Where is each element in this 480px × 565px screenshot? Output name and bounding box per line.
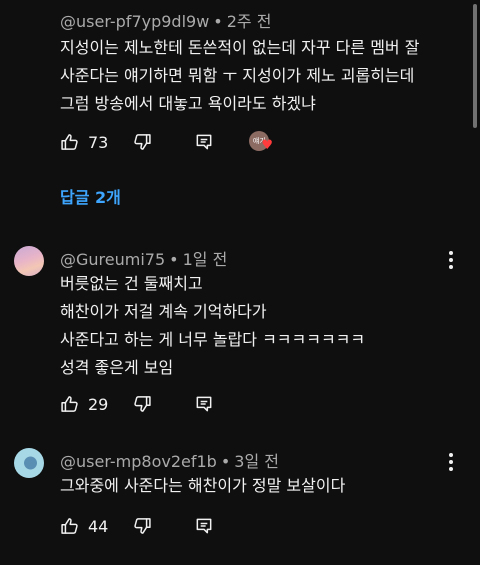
comment-reply-icon — [196, 518, 212, 534]
avatar[interactable] — [14, 448, 44, 478]
like-count: 73 — [88, 132, 109, 152]
comment-actions: 44 — [60, 514, 214, 538]
creator-heart-icon: ♥ — [261, 138, 274, 153]
comment-reply-icon — [196, 396, 212, 412]
comment-meta: @user-mp8ov2ef1b • 3일 전 — [60, 448, 279, 472]
comment-text: 버릇없는 건 둘째치고 해찬이가 저걸 계속 기억하다가 사준다고 하는 게 너… — [60, 270, 450, 382]
thumbs-down-icon — [134, 396, 152, 412]
comment-line: 그와중에 사준다는 해찬이가 정말 보살이다 — [60, 476, 346, 495]
comment-meta: @user-pf7yp9dl9w • 2주 전 — [60, 8, 271, 32]
comment-line: 사준다는 얘기하면 뭐함 ㅜ 지성이가 제노 괴롭히는데 — [60, 66, 415, 85]
reply-button[interactable] — [194, 516, 214, 536]
like-button[interactable]: 73 — [60, 132, 108, 152]
thumbs-up-icon — [61, 396, 78, 412]
comment-author[interactable]: @user-mp8ov2ef1b — [60, 452, 217, 471]
thumbs-down-icon — [134, 134, 152, 150]
separator-dot: • — [169, 250, 179, 269]
reply-button[interactable] — [194, 132, 214, 152]
avatar[interactable] — [14, 246, 44, 276]
comment-text: 지성이는 제노한테 돈쓴적이 없는데 자꾸 다른 멤버 잘 사준다는 얘기하면 … — [60, 34, 450, 118]
comment-time: 1일 전 — [182, 250, 228, 269]
comment-time: 3일 전 — [234, 452, 279, 471]
comment-reply-icon — [196, 134, 212, 150]
like-count: 44 — [88, 516, 109, 536]
more-options-button[interactable] — [444, 249, 458, 271]
like-button[interactable]: 44 — [60, 516, 108, 536]
comment-author[interactable]: @Gureumi75 — [60, 250, 165, 269]
reply-button[interactable] — [194, 394, 214, 414]
more-vertical-icon — [449, 251, 453, 255]
comment-time: 2주 전 — [226, 12, 272, 31]
more-vertical-icon — [449, 453, 453, 457]
scrollbar[interactable] — [473, 4, 477, 128]
thumbs-up-icon — [61, 518, 78, 534]
comment-line: 버릇없는 건 둘째치고 — [60, 274, 203, 293]
view-replies-link[interactable]: 답글 2개 — [60, 184, 121, 208]
comment-line: 해찬이가 저걸 계속 기억하다가 — [60, 302, 267, 321]
more-options-button[interactable] — [444, 451, 458, 473]
dislike-button[interactable] — [132, 394, 152, 414]
dislike-button[interactable] — [132, 516, 152, 536]
comment-actions: 73 얘기 ♥ — [60, 130, 274, 154]
comment-line: 그럼 방송에서 대놓고 욕이라도 하겠냐 — [60, 94, 316, 113]
comment-line: 성격 좋은게 보임 — [60, 358, 174, 377]
comment-line: 지성이는 제노한테 돈쓴적이 없는데 자꾸 다른 멤버 잘 — [60, 38, 420, 57]
separator-dot: • — [220, 452, 231, 471]
like-button[interactable]: 29 — [60, 394, 108, 414]
thumbs-up-icon — [61, 134, 78, 150]
like-count: 29 — [88, 394, 109, 414]
separator-dot: • — [213, 12, 223, 31]
comment-author[interactable]: @user-pf7yp9dl9w — [60, 12, 209, 31]
comment-text: 그와중에 사준다는 해찬이가 정말 보살이다 — [60, 472, 450, 500]
dislike-button[interactable] — [132, 132, 152, 152]
comment-actions: 29 — [60, 392, 214, 416]
comment-meta: @Gureumi75 • 1일 전 — [60, 246, 227, 270]
thumbs-down-icon — [134, 518, 152, 534]
comment-line: 사준다고 하는 게 너무 놀랍다 ㅋㅋㅋㅋㅋㅋㅋ — [60, 330, 366, 349]
creator-heart: 얘기 ♥ — [249, 131, 274, 153]
